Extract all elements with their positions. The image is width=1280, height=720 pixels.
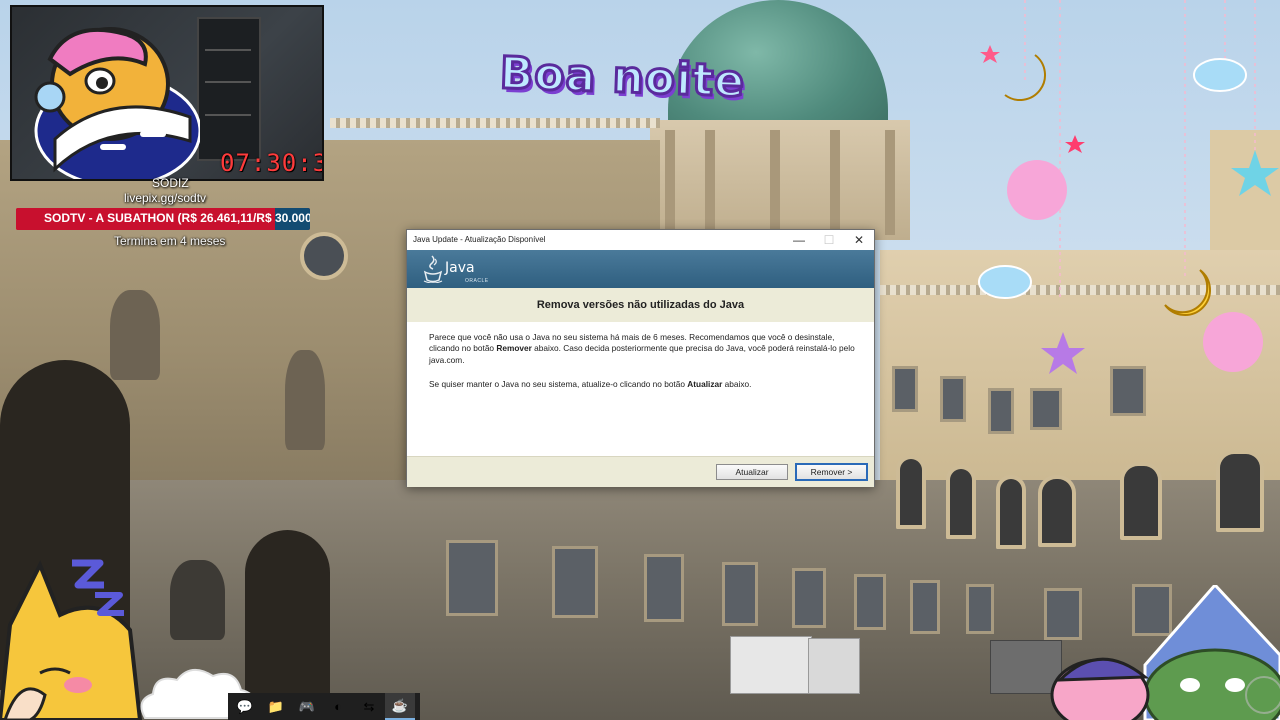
discord-icon[interactable]: 🎮 (292, 693, 322, 720)
dialog-paragraph-1: Parece que você não usa o Java no seu si… (429, 332, 855, 365)
java-update-icon[interactable]: ☕ (385, 693, 415, 720)
dialog-heading: Remova versões não utilizadas do Java (407, 288, 874, 322)
java-update-dialog: Java Update - Atualização Disponível — ☐… (406, 229, 875, 487)
java-logo: Java ORACLE (421, 253, 491, 285)
dialog-title: Java Update - Atualização Disponível (413, 235, 546, 244)
java-wordmark: Java (445, 260, 475, 276)
java-cup-icon (423, 255, 443, 283)
sleeping-mascot-icon (34, 27, 200, 179)
minimize-button[interactable]: — (784, 230, 814, 250)
goal-expiry: Termina em 4 meses (114, 234, 226, 248)
frog-wizard-sticker-icon (1050, 585, 1280, 720)
close-button[interactable]: ✕ (844, 230, 874, 250)
donation-link: livepix.gg/sodtv (124, 191, 207, 205)
edge-icon[interactable]: ◐ (323, 693, 353, 720)
remove-button[interactable]: Remover > (795, 463, 868, 481)
webcam-shelf (197, 17, 261, 161)
dialog-body: Parece que você não usa o Java no seu si… (407, 322, 874, 456)
java-brand-banner: Java ORACLE (407, 250, 874, 288)
file-explorer-icon[interactable]: 📁 (261, 693, 291, 720)
oracle-wordmark: ORACLE (465, 278, 489, 284)
crossover-icon[interactable]: ⇆ (354, 693, 384, 720)
wallpaper-drum (650, 120, 910, 240)
maximize-button: ☐ (823, 233, 835, 247)
dialog-paragraph-2: Se quiser manter o Java no seu sistema, … (429, 379, 752, 389)
sleeping-cat-sticker-icon (0, 559, 143, 720)
dialog-titlebar[interactable]: Java Update - Atualização Disponível — ☐… (407, 230, 874, 250)
chat-icon[interactable]: 💬 (230, 693, 260, 720)
update-button[interactable]: Atualizar (716, 464, 788, 480)
goal-bar-label: SODTV - A SUBATHON (R$ 26.461,11/R$ 30.0… (44, 211, 310, 225)
subathon-goal-bar: SODTV - A SUBATHON (R$ 26.461,11/R$ 30.0… (16, 208, 310, 230)
taskbar: 💬 📁 🎮 ◐ ⇆ ☕ (228, 693, 420, 720)
stream-timer: 07:30:33 (220, 149, 322, 177)
hanging-decorations-icon (978, 0, 1279, 374)
dialog-footer: Atualizar Remover > (407, 456, 874, 487)
webcam-panel: 07:30:33 (10, 5, 324, 181)
greeting-banner: Boa noite (498, 46, 748, 109)
streamer-name: SODIZ (152, 176, 189, 190)
